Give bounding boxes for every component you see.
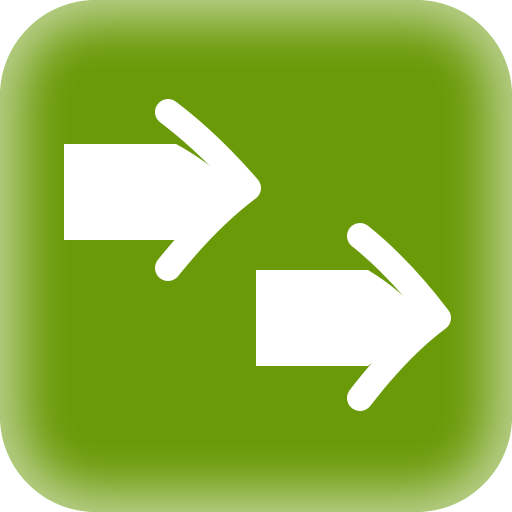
app-icon[interactable] — [0, 0, 512, 512]
upper-arrow-icon — [64, 99, 261, 281]
lower-arrow-icon — [256, 223, 451, 411]
double-right-arrows-icon — [64, 99, 451, 411]
